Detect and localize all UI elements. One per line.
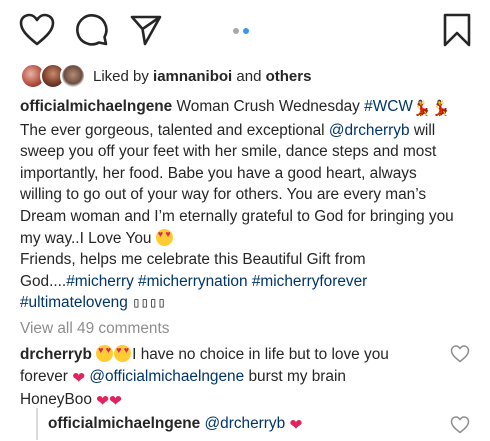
carousel-dot-active <box>243 28 249 34</box>
heart-outline-icon <box>450 345 470 363</box>
heart-eyes-emoji-icon <box>114 345 132 362</box>
caption-username-link[interactable]: officialmichaelngene <box>20 98 172 115</box>
liked-by-prefix: Liked by <box>93 67 149 85</box>
caption-text: sweep you off your feet with her smile, … <box>20 143 437 161</box>
reply-like-button[interactable] <box>450 415 470 435</box>
liker-avatars[interactable] <box>20 63 90 89</box>
heart-eyes-emoji-icon <box>96 345 114 362</box>
caption-text: The ever gorgeous, talented and exceptio… <box>20 121 325 139</box>
liked-by-text: Liked by iamnaniboi and others <box>93 68 311 85</box>
comment-text: HoneyBoo <box>20 391 92 409</box>
mention-link[interactable]: @drcherryb <box>329 122 410 139</box>
caption-text: willing to go out of your way for others… <box>20 186 427 204</box>
like-button[interactable] <box>17 10 57 50</box>
comment-text: burst my brain <box>248 367 346 385</box>
red-heart-emoji-icon: ❤ <box>289 417 303 434</box>
carousel-indicator <box>233 28 249 34</box>
mention-link[interactable]: @drcherryb <box>205 415 286 432</box>
unrendered-emoji-glyphs: ▯▯▯▯ <box>132 295 166 312</box>
red-heart-emoji-icon: ❤❤ <box>96 393 122 411</box>
caption-text: Dream woman and I’m eternally grateful t… <box>20 207 454 225</box>
hashtag-link[interactable]: #micherry <box>66 273 134 290</box>
paper-plane-icon <box>130 15 162 46</box>
liked-by-conjunction: and <box>236 67 262 85</box>
hashtag-link[interactable]: #micherryforever <box>252 273 367 290</box>
reply-thread-line <box>36 408 38 440</box>
bookmark-icon <box>443 13 471 47</box>
post-caption: officialmichaelngene Woman Crush Wednesd… <box>20 96 482 315</box>
liker-username-link[interactable]: iamnaniboi <box>153 68 232 85</box>
caption-text: Woman Crush Wednesday <box>176 98 360 115</box>
comment-text: I have no choice in life but to love you <box>132 346 389 363</box>
caption-text: my way..I Love You <box>20 229 152 247</box>
caption-text: God.... <box>20 272 67 290</box>
liked-by-row: Liked by iamnaniboi and others <box>20 62 311 90</box>
caption-text: will <box>413 121 436 139</box>
save-button[interactable] <box>437 10 477 50</box>
heart-eyes-emoji-icon <box>155 228 173 246</box>
view-all-comments-link[interactable]: View all 49 comments <box>20 320 169 338</box>
reply-item: officialmichaelngene @drcherryb ❤ <box>48 413 302 437</box>
dancer-emoji-icon: 💃💃 <box>412 100 451 117</box>
comment-item: drcherryb I have no choice in life but t… <box>20 344 440 413</box>
heart-outline-icon <box>19 13 55 46</box>
liked-by-others-link[interactable]: others <box>266 68 312 85</box>
comment-like-button[interactable] <box>450 344 470 364</box>
comment-username-link[interactable]: drcherryb <box>20 346 92 363</box>
comment-button[interactable] <box>72 10 112 50</box>
heart-outline-icon <box>450 416 470 434</box>
hashtag-link[interactable]: #micherrynation <box>138 273 248 290</box>
carousel-dot <box>233 28 239 34</box>
comment-text: forever <box>20 367 68 385</box>
comment-bubble-icon <box>76 14 108 46</box>
avatar <box>60 63 86 89</box>
hashtag-link[interactable]: #ultimateloveng <box>20 294 128 311</box>
caption-text: Friends, helps me celebrate this Beautif… <box>20 251 366 269</box>
reply-username-link[interactable]: officialmichaelngene <box>48 415 200 432</box>
hashtag-link[interactable]: #WCW <box>364 98 413 115</box>
red-heart-emoji-icon: ❤ <box>72 369 86 387</box>
share-button[interactable] <box>126 10 166 50</box>
post-action-bar <box>0 6 490 50</box>
mention-link[interactable]: @officialmichaelngene <box>89 368 244 385</box>
caption-text: importantly, her food. Babe you have a g… <box>20 164 417 182</box>
